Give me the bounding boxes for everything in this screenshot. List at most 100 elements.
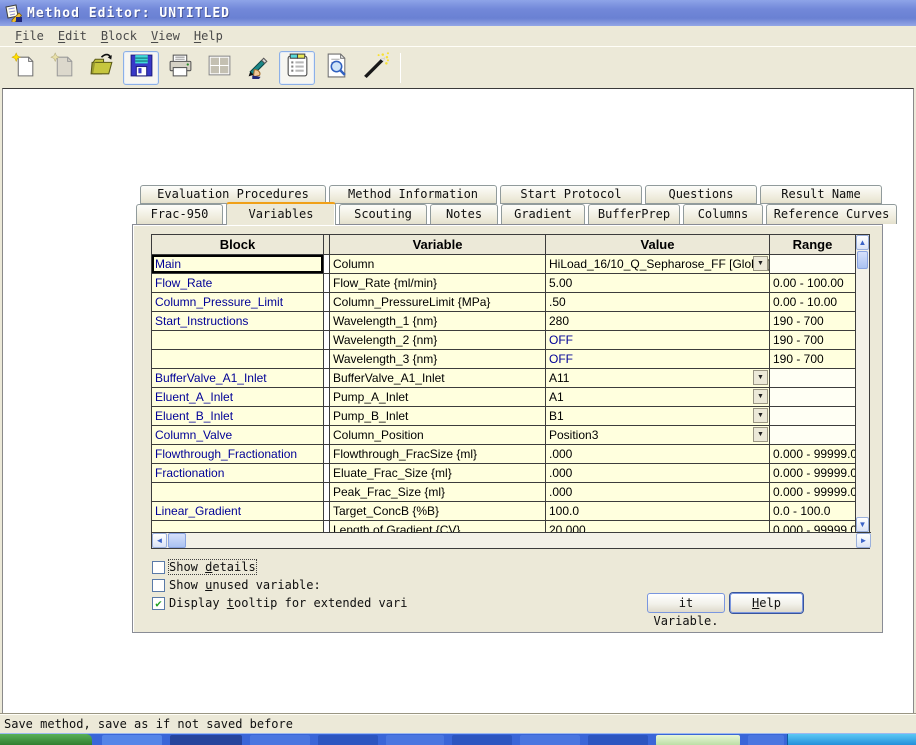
taskbar-task-button[interactable]	[250, 735, 310, 745]
value-cell[interactable]: HiLoad_16/10_Q_Sepharose_FF [Global]▼	[546, 255, 770, 274]
scroll-left-button[interactable]: ◄	[152, 533, 167, 548]
client-area: Evaluation ProceduresMethod InformationS…	[2, 88, 914, 714]
block-link-fractionation[interactable]: Fractionation	[152, 464, 324, 483]
horizontal-scrollbar[interactable]: ◄ ►	[152, 532, 871, 548]
new-method-button[interactable]	[6, 51, 42, 85]
tile-windows-button[interactable]	[201, 51, 237, 85]
scroll-right-button[interactable]: ►	[856, 533, 871, 548]
menu-edit[interactable]: Edit	[51, 28, 94, 44]
value-cell[interactable]: 20.000	[546, 521, 770, 532]
method-notes-button[interactable]	[279, 51, 315, 85]
value-cell[interactable]: OFF	[546, 331, 770, 350]
value-cell[interactable]: Position3▼	[546, 426, 770, 445]
dropdown-arrow-icon[interactable]: ▼	[753, 427, 768, 442]
block-link-flow_rate[interactable]: Flow_Rate	[152, 274, 324, 293]
tab-scouting[interactable]: Scouting	[339, 204, 427, 224]
scroll-down-button[interactable]: ▼	[856, 517, 869, 532]
dropdown-arrow-icon[interactable]: ▼	[753, 389, 768, 404]
taskbar-task-button[interactable]	[520, 735, 580, 745]
block-link-column_valve[interactable]: Column_Valve	[152, 426, 324, 445]
block-link-eluent_b_inlet[interactable]: Eluent_B_Inlet	[152, 407, 324, 426]
value-cell[interactable]: A1▼	[546, 388, 770, 407]
value-cell[interactable]: 100.0	[546, 502, 770, 521]
tab-notes[interactable]: Notes	[430, 204, 498, 224]
block-link-main[interactable]: Main	[152, 255, 324, 274]
value-cell[interactable]: B1▼	[546, 407, 770, 426]
checkbox-label[interactable]: Show details	[169, 560, 256, 574]
block-link-flowthrough_fractionation[interactable]: Flowthrough_Fractionation	[152, 445, 324, 464]
taskbar-task-button[interactable]	[386, 735, 444, 745]
taskbar-task-button[interactable]	[170, 735, 242, 745]
taskbar-task-button[interactable]	[318, 735, 378, 745]
value-cell[interactable]: .50	[546, 293, 770, 312]
block-link-linear_gradient[interactable]: Linear_Gradient	[152, 502, 324, 521]
open-method-button[interactable]	[84, 51, 120, 85]
horizontal-scroll-thumb[interactable]	[168, 533, 186, 548]
tab-gradient[interactable]: Gradient	[501, 204, 585, 224]
vertical-scroll-track[interactable]	[856, 270, 869, 517]
value-cell[interactable]: .000	[546, 464, 770, 483]
save-method-button[interactable]	[123, 51, 159, 85]
signature-button[interactable]	[240, 51, 276, 85]
range-cell: 190 - 700	[770, 331, 855, 350]
value-cell[interactable]: .000	[546, 483, 770, 502]
value-cell[interactable]: .000	[546, 445, 770, 464]
tab-bufferprep[interactable]: BufferPrep	[588, 204, 680, 224]
block-link-start_instructions[interactable]: Start_Instructions	[152, 312, 324, 331]
status-bar: Save method, save as if not saved before	[0, 714, 916, 733]
column-header-value: Value	[546, 235, 770, 255]
start-button[interactable]	[0, 734, 92, 745]
tab-frac-950[interactable]: Frac-950	[136, 204, 223, 224]
value-cell[interactable]: 5.00	[546, 274, 770, 293]
checkbox-label[interactable]: Show unused variable:	[169, 578, 321, 592]
print-preview-button[interactable]	[318, 51, 354, 85]
block-cell-empty	[152, 350, 324, 369]
menu-help[interactable]: Help	[187, 28, 230, 44]
taskbar-task-button[interactable]	[748, 735, 784, 745]
scroll-up-button[interactable]: ▲	[856, 235, 869, 250]
value-cell[interactable]: 280	[546, 312, 770, 331]
tab-variables[interactable]: Variables	[226, 202, 336, 225]
print-button[interactable]	[162, 51, 198, 85]
it-variable--button[interactable]: it Variable.	[647, 593, 725, 613]
menu-view[interactable]: View	[144, 28, 187, 44]
block-link-buffervalve_a1_inlet[interactable]: BufferValve_A1_Inlet	[152, 369, 324, 388]
taskbar-task-button[interactable]	[588, 735, 648, 745]
checkbox-unchecked[interactable]	[152, 561, 165, 574]
menu-file[interactable]: File	[8, 28, 51, 44]
value-cell[interactable]: OFF	[546, 350, 770, 369]
checkbox-label[interactable]: Display tooltip for extended vari	[169, 596, 407, 610]
dropdown-arrow-icon[interactable]: ▼	[753, 256, 768, 271]
tab-start-protocol[interactable]: Start Protocol	[500, 185, 642, 204]
value-cell[interactable]: A11▼	[546, 369, 770, 388]
taskbar-task-button-active[interactable]	[656, 735, 740, 745]
print-preview-icon	[323, 52, 350, 84]
checkbox-unchecked[interactable]	[152, 579, 165, 592]
print-icon	[167, 52, 194, 84]
block-link-eluent_a_inlet[interactable]: Eluent_A_Inlet	[152, 388, 324, 407]
vertical-scrollbar[interactable]: ▲ ▼	[855, 235, 869, 532]
taskbar-task-button[interactable]	[102, 735, 162, 745]
block-link-column_pressure_limit[interactable]: Column_Pressure_Limit	[152, 293, 324, 312]
block-cell-empty	[152, 331, 324, 350]
tab-result-name[interactable]: Result Name	[760, 185, 882, 204]
tab-columns[interactable]: Columns	[683, 204, 763, 224]
tab-questions[interactable]: Questions	[645, 185, 757, 204]
menu-block[interactable]: Block	[94, 28, 144, 44]
checkbox-checked[interactable]: ✔	[152, 597, 165, 610]
tab-reference-curves[interactable]: Reference Curves	[766, 204, 897, 224]
taskbar-task-button[interactable]	[452, 735, 512, 745]
title-bar[interactable]: Method Editor: UNTITLED	[0, 0, 916, 26]
new-disabled-button[interactable]	[45, 51, 81, 85]
dropdown-arrow-icon[interactable]: ▼	[753, 370, 768, 385]
wizard-button[interactable]	[357, 51, 393, 85]
tab-method-information[interactable]: Method Information	[329, 185, 497, 204]
vertical-scroll-thumb[interactable]	[857, 251, 868, 269]
dropdown-arrow-icon[interactable]: ▼	[753, 408, 768, 423]
tile-windows-icon	[206, 52, 233, 84]
checkbox-row: Show details	[152, 560, 256, 574]
system-tray[interactable]	[787, 734, 916, 745]
help-button[interactable]: Help	[730, 593, 803, 613]
horizontal-scroll-track[interactable]	[187, 533, 856, 548]
variable-cell: Flow_Rate {ml/min}	[330, 274, 546, 293]
